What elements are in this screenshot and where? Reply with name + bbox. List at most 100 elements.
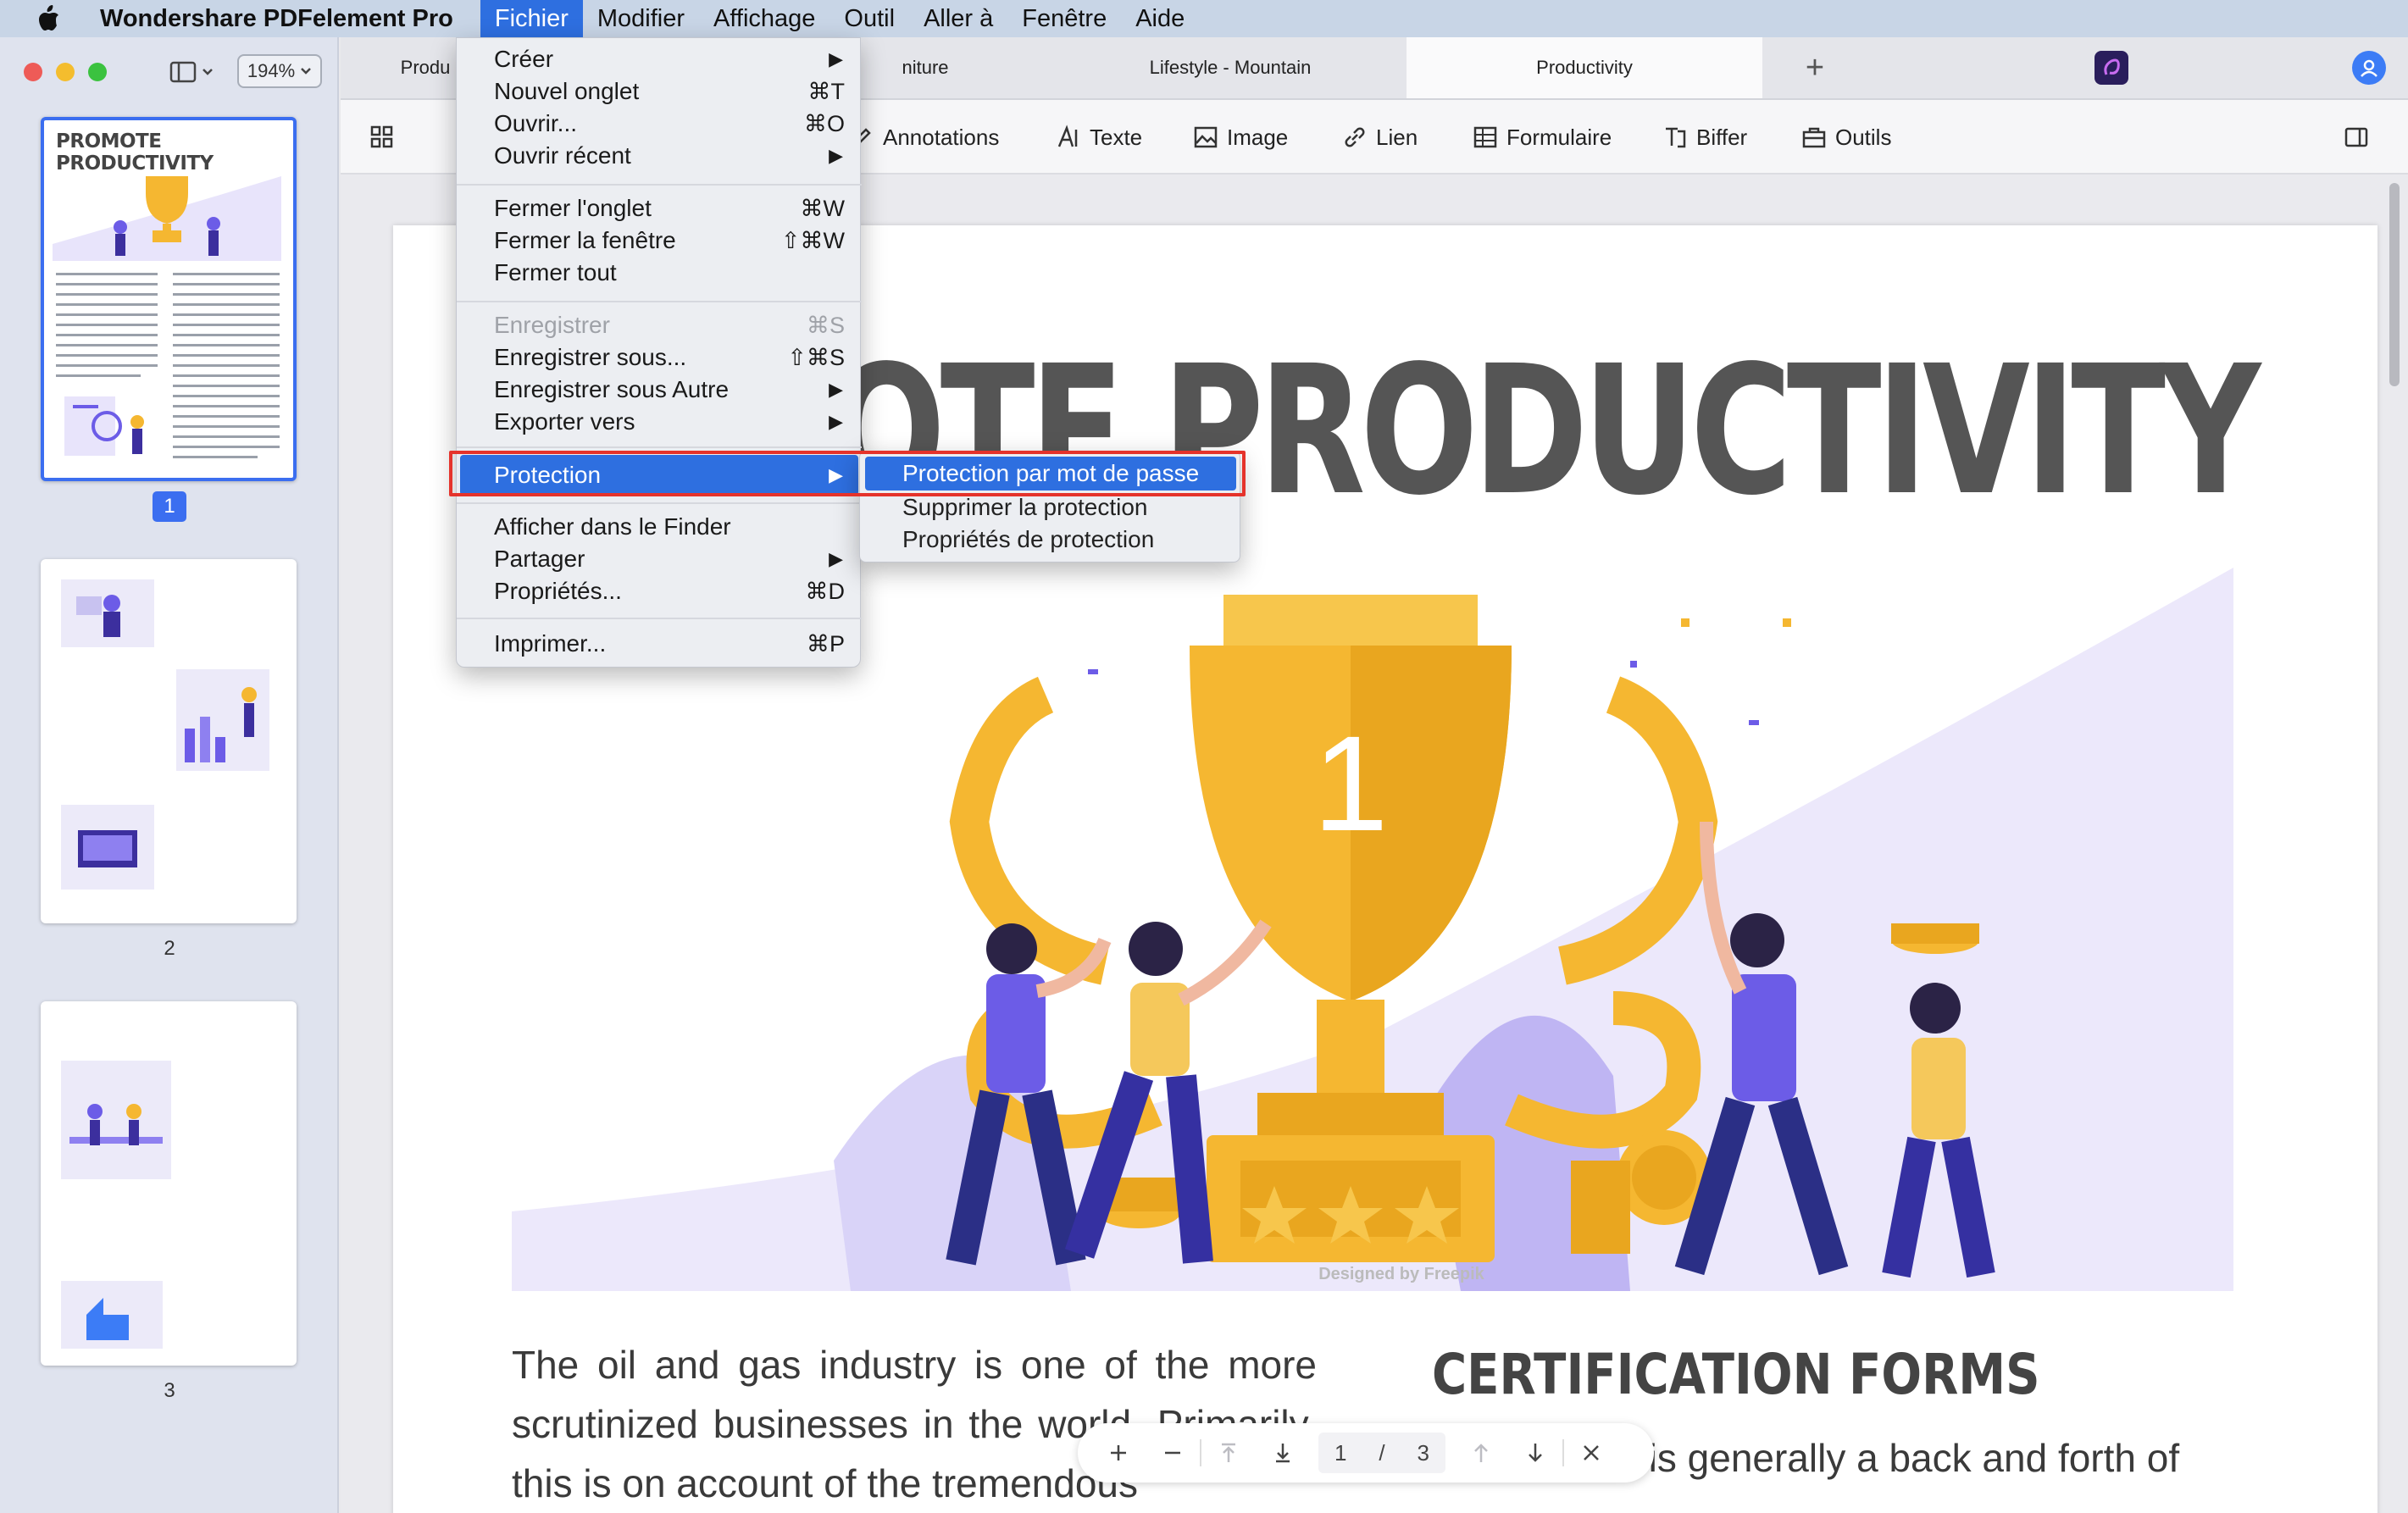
menu-fichier[interactable]: Fichier <box>480 0 583 37</box>
tool-label: Outils <box>1835 124 1892 150</box>
redact-icon <box>1666 127 1686 148</box>
thumbnail-illustration <box>61 1281 163 1349</box>
tab-productivity[interactable]: Productivity <box>1407 37 1762 98</box>
menu-item-label: Afficher dans le Finder <box>494 513 731 540</box>
arrow-down-icon <box>1529 1444 1542 1462</box>
menu-item-label: Nouvel onglet <box>494 78 640 104</box>
menu-modifier[interactable]: Modifier <box>583 0 699 37</box>
zoom-out-button[interactable] <box>1146 1423 1200 1483</box>
menu-item-fermer-tout[interactable]: Fermer tout <box>457 257 862 289</box>
page-thumbnail-2[interactable] <box>41 559 297 923</box>
menu-fenetre[interactable]: Fenêtre <box>1007 0 1121 37</box>
page-thumbnail-3[interactable] <box>41 1001 297 1366</box>
menu-outil[interactable]: Outil <box>829 0 909 37</box>
sidebar-view-toggle[interactable] <box>169 56 220 88</box>
trophy-number: 1 <box>1313 707 1389 859</box>
apple-icon[interactable] <box>32 3 64 35</box>
menu-separator <box>457 502 862 504</box>
thumbnail-illustration <box>64 396 144 456</box>
menu-item-ouvrir[interactable]: Ouvrir... ⌘O <box>457 108 862 140</box>
annotations-tool[interactable]: Annotations <box>849 119 999 156</box>
page-thumbnail-1[interactable]: PROMOTE PRODUCTIVITY <box>41 117 297 481</box>
menu-item-label: Fermer tout <box>494 259 617 285</box>
next-page-button[interactable] <box>1508 1423 1562 1483</box>
menu-item-fermer-fenetre[interactable]: Fermer la fenêtre ⇧⌘W <box>457 224 862 257</box>
outils-tool[interactable]: Outils <box>1801 119 1891 156</box>
right-panel-toggle[interactable] <box>2344 119 2369 156</box>
menu-aide[interactable]: Aide <box>1121 0 1199 37</box>
menu-separator <box>457 618 862 619</box>
close-icon <box>1584 1445 1599 1460</box>
menu-item-proprietes[interactable]: Propriétés... ⌘D <box>457 575 862 607</box>
menu-item-protection-properties[interactable]: Propriétés de protection <box>865 523 1236 557</box>
previous-page-button[interactable] <box>1454 1423 1508 1483</box>
formulaire-tool[interactable]: Formulaire <box>1473 119 1612 156</box>
menu-item-label: Fermer l'onglet <box>494 195 652 221</box>
thumbnail-illustration <box>61 805 154 890</box>
menu-item-fermer-onglet[interactable]: Fermer l'onglet ⌘W <box>457 192 862 224</box>
menu-affichage[interactable]: Affichage <box>699 0 829 37</box>
brand-logo-icon[interactable] <box>2095 51 2128 85</box>
user-avatar-icon[interactable] <box>2352 51 2386 85</box>
tab-label: Lifestyle - Mountain <box>1149 57 1312 78</box>
tool-label: Annotations <box>883 124 1000 150</box>
menu-item-enregistrer: Enregistrer ⌘S <box>457 309 862 341</box>
image-tool[interactable]: Image <box>1193 119 1288 156</box>
section-heading: CERTIFICATION FORMS <box>1432 1342 2040 1407</box>
menu-item-exporter-vers[interactable]: Exporter vers ▶ <box>457 406 862 438</box>
zoom-value: 194% <box>247 60 296 81</box>
close-window-button[interactable] <box>24 63 42 81</box>
menu-bar: Wondershare PDFelement Pro Fichier Modif… <box>0 0 2408 37</box>
menu-item-creer[interactable]: Créer ▶ <box>457 43 862 75</box>
close-navigation-button[interactable] <box>1564 1423 1618 1483</box>
tab-produ[interactable]: Produ <box>341 37 459 98</box>
menu-item-label: Enregistrer sous Autre <box>494 376 730 402</box>
menu-item-label: Créer <box>494 46 554 72</box>
thumbnail-illustration <box>61 1061 171 1179</box>
tab-lifestyle-mountain[interactable]: Lifestyle - Mountain <box>1052 37 1408 98</box>
last-page-button[interactable] <box>1256 1423 1310 1483</box>
minimize-window-button[interactable] <box>56 63 75 81</box>
menu-item-imprimer[interactable]: Imprimer... ⌘P <box>457 628 862 660</box>
page-indicator[interactable]: 1 / 3 <box>1318 1433 1445 1473</box>
lien-tool[interactable]: Lien <box>1342 119 1418 156</box>
menu-item-partager[interactable]: Partager ▶ <box>457 543 862 575</box>
tab-niture[interactable]: niture <box>849 37 1001 98</box>
add-tab-button[interactable]: + <box>1781 37 1849 98</box>
first-page-button[interactable] <box>1201 1423 1256 1483</box>
zoom-in-button[interactable] <box>1091 1423 1146 1483</box>
arrow-to-bottom-icon <box>1276 1444 1290 1463</box>
arrow-up-icon <box>1474 1444 1488 1462</box>
menu-item-afficher-finder[interactable]: Afficher dans le Finder <box>457 511 862 543</box>
menu-item-label: Propriétés... <box>494 578 622 604</box>
submenu-arrow-icon: ▶ <box>829 548 843 569</box>
thumbnail-illustration <box>53 176 281 261</box>
texte-tool[interactable]: Texte <box>1056 119 1142 156</box>
shortcut-label: ⌘P <box>806 630 845 657</box>
menu-item-nouvel-onglet[interactable]: Nouvel onglet ⌘T <box>457 75 862 108</box>
link-icon <box>1345 127 1365 147</box>
menu-item-ouvrir-recent[interactable]: Ouvrir récent ▶ <box>457 140 862 172</box>
shortcut-label: ⇧⌘W <box>780 227 845 253</box>
biffer-tool[interactable]: Biffer <box>1662 119 1747 156</box>
page-number-badge: 1 <box>153 491 186 522</box>
menu-item-enregistrer-sous[interactable]: Enregistrer sous... ⇧⌘S <box>457 341 862 374</box>
thumbnail-illustration <box>176 669 269 771</box>
app-name[interactable]: Wondershare PDFelement Pro <box>90 5 463 33</box>
zoom-select[interactable]: 194% <box>237 54 322 88</box>
page-number-label: 2 <box>164 937 175 960</box>
zoom-window-button[interactable] <box>88 63 107 81</box>
right-panel-icon <box>2344 127 2368 147</box>
grid-view-button[interactable] <box>369 119 395 156</box>
form-icon <box>1473 126 1497 148</box>
total-pages: 3 <box>1417 1439 1430 1466</box>
menu-item-label: Partager <box>494 546 585 572</box>
menu-item-label: Enregistrer sous... <box>494 344 687 370</box>
menu-item-enregistrer-sous-autre[interactable]: Enregistrer sous Autre ▶ <box>457 374 862 406</box>
minus-icon <box>1165 1451 1180 1455</box>
menu-aller-a[interactable]: Aller à <box>909 0 1007 37</box>
vertical-scrollbar[interactable] <box>2389 183 2400 386</box>
menu-item-label: Ouvrir... <box>494 110 578 136</box>
tab-label: niture <box>902 57 949 78</box>
menu-separator <box>457 301 862 302</box>
